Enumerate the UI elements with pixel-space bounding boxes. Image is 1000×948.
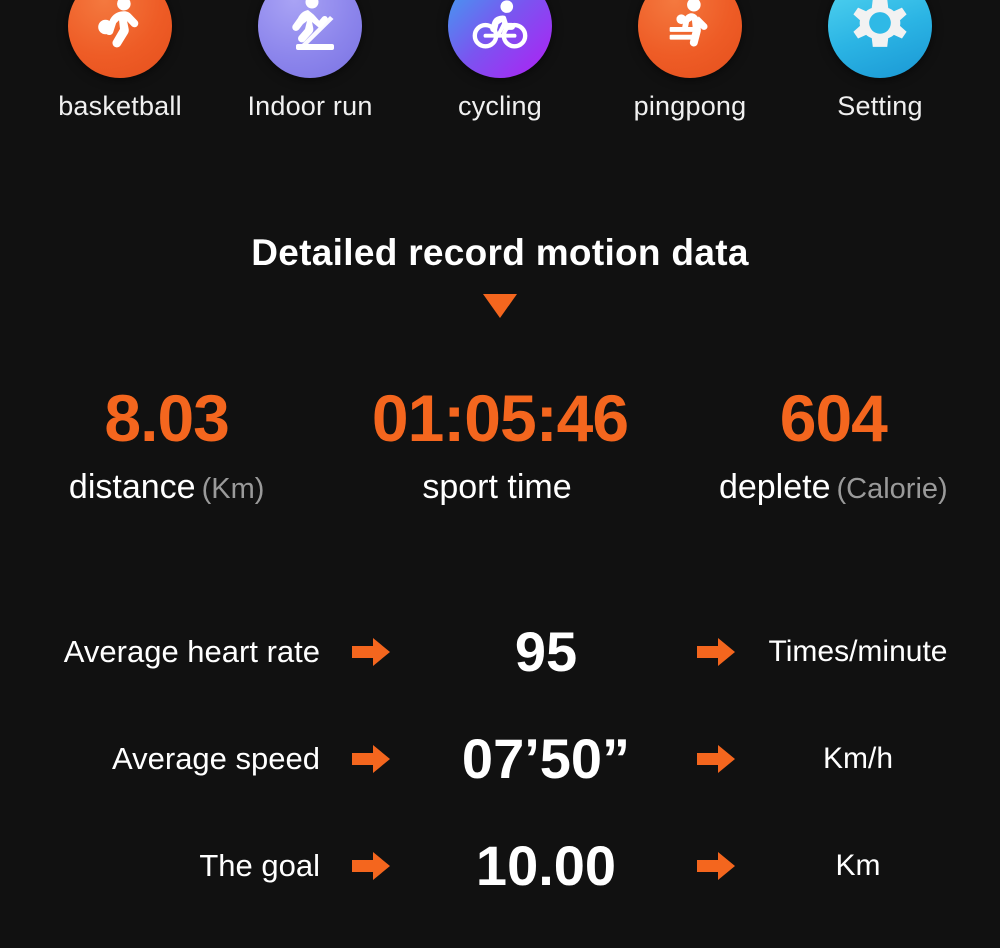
sport-mode-label: Indoor run — [247, 91, 373, 121]
metric-row-average-speed: Average speed 07’50” Km/h — [0, 705, 1000, 812]
treadmill-runner-icon — [292, 0, 334, 50]
sport-mode-indoor-run[interactable]: Indoor run — [215, 0, 405, 122]
indoor-run-badge[interactable] — [258, 0, 362, 78]
sport-mode-basketball[interactable]: basketball — [25, 0, 215, 122]
metric-value: 95 — [514, 619, 578, 683]
down-triangle-icon — [483, 294, 517, 318]
setting-badge[interactable] — [828, 0, 932, 78]
arrow-right-icon — [697, 744, 735, 773]
stat-caption-text: deplete — [718, 468, 831, 506]
arrow-cell — [676, 635, 756, 669]
stat-value: 604 — [779, 381, 888, 455]
basketball-player-icon — [98, 0, 139, 48]
arrow-right-icon — [697, 851, 735, 880]
stat-value: 01:05:46 — [371, 381, 629, 455]
section-header: Detailed record motion data — [0, 232, 1000, 318]
metric-label: The goal — [199, 847, 320, 883]
sport-mode-label: basketball — [58, 91, 182, 121]
sport-mode-label: Setting — [837, 91, 923, 121]
primary-stats-row: 8.03 distance (Km) 01:05:46 sport time 60… — [0, 385, 1000, 506]
stat-caption-text: distance — [68, 468, 196, 506]
metric-label: Average heart rate — [63, 633, 320, 669]
metrics-list: Average heart rate 95 Times/minute Avera… — [0, 598, 1000, 919]
fitness-record-screen: basketball Indoor run cycling pingpong S… — [0, 0, 1000, 948]
cycling-badge[interactable] — [448, 0, 552, 78]
gear-icon — [853, 0, 907, 47]
sport-mode-setting[interactable]: Setting — [785, 0, 975, 122]
cyclist-icon — [472, 0, 528, 49]
stat-caption: deplete (Calorie) — [667, 468, 1000, 506]
arrow-right-icon — [352, 637, 390, 666]
sport-mode-pingpong[interactable]: pingpong — [595, 0, 785, 122]
arrow-cell — [326, 849, 416, 883]
metric-unit: Km/h — [822, 741, 894, 775]
arrow-cell — [326, 635, 416, 669]
sport-mode-label: cycling — [458, 91, 542, 121]
metric-unit: Times/minute — [768, 634, 948, 668]
stat-unit: (Calorie) — [836, 473, 948, 505]
arrow-right-icon — [352, 851, 390, 880]
stat-value: 8.03 — [104, 381, 229, 455]
sport-mode-cycling[interactable]: cycling — [405, 0, 595, 122]
arrow-cell — [326, 742, 416, 776]
metric-label: Average speed — [112, 740, 320, 776]
metric-value: 10.00 — [475, 833, 617, 897]
arrow-right-icon — [697, 637, 735, 666]
metric-unit: Km — [835, 848, 881, 882]
stat-unit: (Km) — [201, 473, 265, 505]
sport-mode-label: pingpong — [633, 91, 747, 121]
stat-deplete: 604 deplete (Calorie) — [667, 385, 1000, 506]
metric-row-average-heart-rate: Average heart rate 95 Times/minute — [0, 598, 1000, 705]
pingpong-badge[interactable] — [638, 0, 742, 78]
stat-caption: sport time — [333, 468, 666, 506]
arrow-cell — [676, 742, 756, 776]
table-tennis-player-icon — [669, 0, 708, 47]
arrow-right-icon — [352, 744, 390, 773]
basketball-badge[interactable] — [68, 0, 172, 78]
stat-distance: 8.03 distance (Km) — [0, 385, 333, 506]
metric-row-the-goal: The goal 10.00 Km — [0, 812, 1000, 919]
sport-mode-strip: basketball Indoor run cycling pingpong S… — [0, 0, 1000, 122]
metric-value: 07’50” — [461, 726, 631, 790]
stat-sport-time: 01:05:46 sport time — [333, 385, 666, 506]
stat-caption-text: sport time — [422, 468, 572, 506]
arrow-cell — [676, 849, 756, 883]
page-title: Detailed record motion data — [251, 232, 749, 273]
stat-caption: distance (Km) — [0, 468, 333, 506]
